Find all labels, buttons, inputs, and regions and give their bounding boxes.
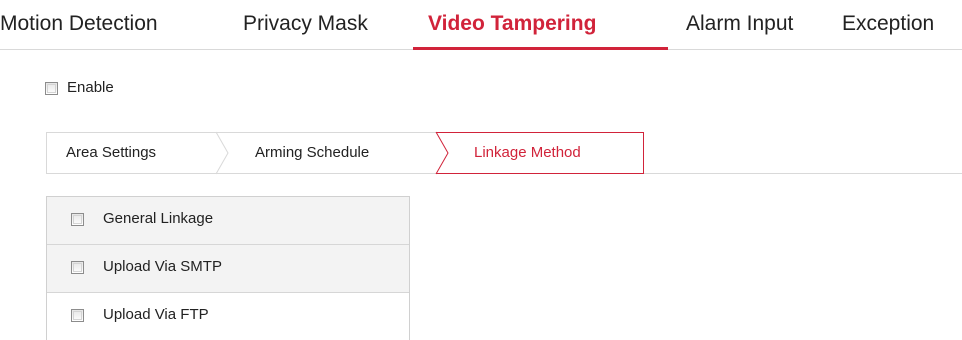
linkage-row-ftp[interactable]: Upload Via FTP (47, 293, 409, 340)
upload-ftp-checkbox[interactable] (71, 309, 84, 322)
upload-ftp-label: Upload Via FTP (103, 306, 209, 323)
enable-checkbox[interactable] (45, 82, 58, 95)
upload-smtp-checkbox[interactable] (71, 261, 84, 274)
sub-tab-linkage-method[interactable]: Linkage Method (474, 143, 581, 163)
breadcrumb-active-chevron-icon (435, 131, 449, 175)
linkage-row-general[interactable]: General Linkage (47, 197, 409, 245)
tab-privacy-mask[interactable]: Privacy Mask (243, 9, 368, 39)
tab-motion-detection[interactable]: Motion Detection (0, 9, 158, 39)
active-tab-indicator (413, 47, 668, 50)
tab-alarm-input[interactable]: Alarm Input (686, 9, 793, 39)
tab-video-tampering[interactable]: Video Tampering (428, 9, 596, 39)
breadcrumb-separator-icon (215, 131, 229, 175)
general-linkage-label: General Linkage (103, 210, 214, 227)
top-tab-bar: Motion Detection Privacy Mask Video Tamp… (0, 0, 962, 50)
sub-tab-arming-schedule[interactable]: Arming Schedule (255, 143, 369, 163)
sub-tab-area-settings[interactable]: Area Settings (66, 143, 156, 163)
upload-smtp-label: Upload Via SMTP (103, 258, 222, 275)
enable-label: Enable (67, 79, 114, 96)
linkage-list: General Linkage Upload Via SMTP Upload V… (46, 196, 410, 340)
general-linkage-checkbox[interactable] (71, 213, 84, 226)
linkage-row-smtp[interactable]: Upload Via SMTP (47, 245, 409, 293)
tab-exception[interactable]: Exception (842, 9, 934, 39)
video-tampering-page: Motion Detection Privacy Mask Video Tamp… (0, 0, 962, 340)
